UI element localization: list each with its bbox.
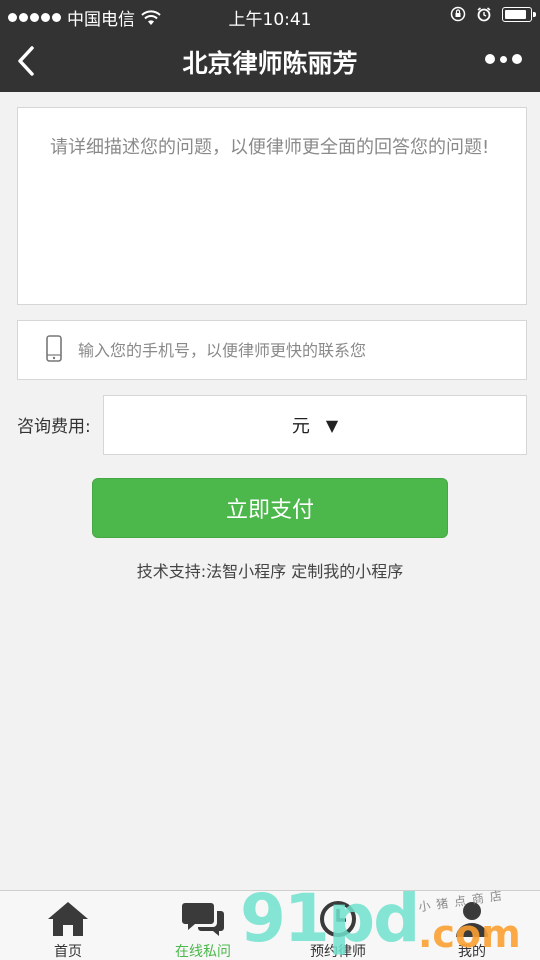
dropdown-arrow-icon: ▼ (325, 415, 339, 435)
phone-box (17, 320, 527, 380)
tab-online-consult[interactable]: 在线私问 (153, 891, 253, 960)
mobile-phone-icon (46, 335, 62, 362)
tab-book-lawyer[interactable]: 预约律师 (288, 891, 388, 960)
fee-select[interactable]: 元 ▼ (103, 395, 527, 455)
tab-bar: 首页 在线私问 预约律师 我的 (0, 890, 540, 960)
more-dots-icon[interactable] (485, 54, 522, 64)
tech-support-text: 技术支持:法智小程序 (136, 562, 287, 581)
tab-label-book-lawyer: 预约律师 (310, 944, 366, 960)
customize-mini-program-link[interactable]: 定制我的小程序 (291, 562, 403, 581)
fee-value: 元 (291, 416, 310, 437)
nav-bar: 北京律师陈丽芳 (0, 30, 540, 92)
status-right (450, 6, 536, 22)
status-bar: 中国电信 上午10:41 (0, 0, 540, 30)
page-title: 北京律师陈丽芳 (182, 49, 358, 78)
rotation-lock-icon (450, 6, 466, 22)
phone-input[interactable] (78, 321, 518, 379)
home-icon (48, 902, 88, 936)
tech-support-line: 技术支持:法智小程序 定制我的小程序 (0, 558, 540, 582)
tab-mine[interactable]: 我的 (422, 891, 522, 960)
tab-label-mine: 我的 (458, 944, 486, 960)
question-input[interactable] (18, 108, 526, 304)
alarm-icon (477, 7, 491, 22)
battery-icon (502, 6, 536, 22)
question-box (17, 107, 527, 305)
fee-label: 咨询费用: (17, 417, 91, 437)
chat-bubbles-icon (182, 903, 224, 936)
pay-now-button[interactable]: 立即支付 (92, 478, 448, 538)
tab-label-home: 首页 (54, 944, 82, 960)
clock-icon (320, 901, 356, 937)
tab-label-online-consult: 在线私问 (175, 944, 231, 960)
user-icon (456, 902, 488, 937)
tab-home[interactable]: 首页 (18, 891, 118, 960)
